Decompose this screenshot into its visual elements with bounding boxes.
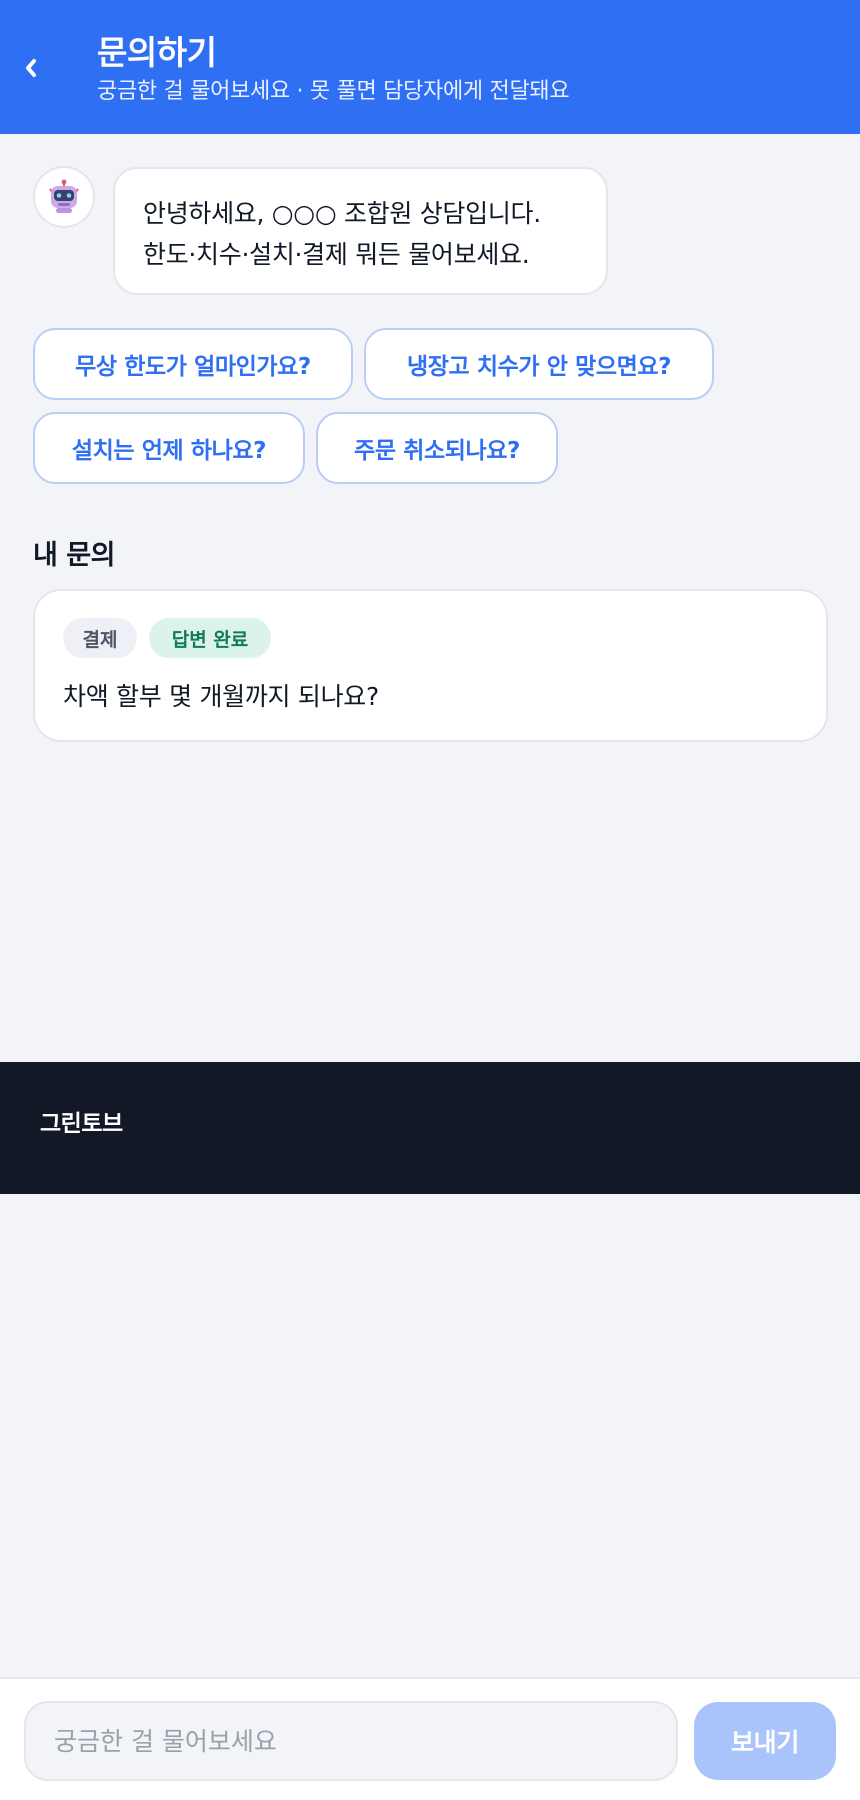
inquiry-question: 차액 할부 몇 개월까지 되나요? — [63, 682, 379, 711]
my-inquiries-title: 내 문의 — [33, 540, 115, 571]
page-title: 문의하기 — [97, 33, 217, 72]
greeting-line: 한도·치수·설치·결제 뭐든 물어보세요. — [143, 240, 530, 269]
page-subtitle: 궁금한 걸 물어보세요 · 못 풀면 담당자에게 전달돼요 — [97, 79, 570, 104]
bot-greeting-bubble: 안녕하세요, ○○○ 조합원 상담입니다. 한도·치수·설치·결제 뭐든 물어보… — [113, 167, 608, 295]
suggestion-chip[interactable]: 냉장고 치수가 안 맞으면요? — [364, 328, 714, 400]
bot-avatar — [33, 166, 95, 228]
question-input[interactable] — [24, 1701, 678, 1781]
status-badge: 답변 완료 — [149, 618, 271, 658]
suggestion-chip[interactable]: 무상 한도가 얼마인가요? — [33, 328, 353, 400]
inquiry-page: 문의하기 궁금한 걸 물어보세요 · 못 풀면 담당자에게 전달돼요 안녕하세요… — [0, 0, 860, 1800]
chevron-left-icon — [26, 59, 36, 77]
robot-icon — [49, 179, 79, 213]
app-header: 문의하기 궁금한 걸 물어보세요 · 못 풀면 담당자에게 전달돼요 — [0, 0, 860, 134]
back-button[interactable] — [20, 48, 42, 88]
send-button[interactable]: 보내기 — [694, 1702, 836, 1780]
greeting-line: 안녕하세요, ○○○ 조합원 상담입니다. — [143, 199, 541, 228]
suggestion-chip[interactable]: 설치는 언제 하나요? — [33, 412, 305, 484]
composer-bar: 보내기 — [0, 1677, 860, 1800]
footer-brand: 그린토브 — [40, 1111, 123, 1137]
category-badge: 결제 — [63, 618, 137, 658]
footer: 그린토브 — [0, 1062, 860, 1194]
suggestion-chip[interactable]: 주문 취소되나요? — [316, 412, 558, 484]
inquiry-card[interactable]: 결제 답변 완료 차액 할부 몇 개월까지 되나요? — [33, 589, 828, 742]
